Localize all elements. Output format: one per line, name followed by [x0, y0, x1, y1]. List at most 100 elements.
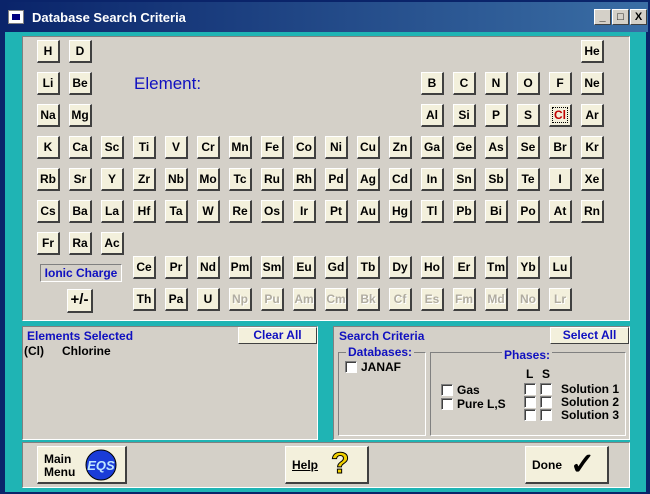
- element-button-sc[interactable]: Sc: [101, 136, 124, 159]
- element-button-co[interactable]: Co: [293, 136, 316, 159]
- element-button-ba[interactable]: Ba: [69, 200, 92, 223]
- element-button-hg[interactable]: Hg: [389, 200, 412, 223]
- element-button-zr[interactable]: Zr: [133, 168, 156, 191]
- element-button-eu[interactable]: Eu: [293, 256, 316, 279]
- pure-ls-checkbox[interactable]: [441, 398, 453, 410]
- element-button-br[interactable]: Br: [549, 136, 572, 159]
- element-button-la[interactable]: La: [101, 200, 124, 223]
- close-button[interactable]: X: [630, 9, 647, 25]
- element-button-ga[interactable]: Ga: [421, 136, 444, 159]
- element-button-y[interactable]: Y: [101, 168, 124, 191]
- element-button-pr[interactable]: Pr: [165, 256, 188, 279]
- element-button-dy[interactable]: Dy: [389, 256, 412, 279]
- element-button-fr[interactable]: Fr: [37, 232, 60, 255]
- element-button-cf[interactable]: Cf: [389, 288, 412, 311]
- element-button-am[interactable]: Am: [293, 288, 316, 311]
- element-button-tc[interactable]: Tc: [229, 168, 252, 191]
- element-button-rb[interactable]: Rb: [37, 168, 60, 191]
- element-button-bk[interactable]: Bk: [357, 288, 380, 311]
- element-button-ta[interactable]: Ta: [165, 200, 188, 223]
- element-button-ne[interactable]: Ne: [581, 72, 604, 95]
- element-button-ti[interactable]: Ti: [133, 136, 156, 159]
- element-button-cr[interactable]: Cr: [197, 136, 220, 159]
- element-button-rn[interactable]: Rn: [581, 200, 604, 223]
- element-button-pb[interactable]: Pb: [453, 200, 476, 223]
- element-button-cu[interactable]: Cu: [357, 136, 380, 159]
- element-button-mo[interactable]: Mo: [197, 168, 220, 191]
- element-button-fm[interactable]: Fm: [453, 288, 476, 311]
- solution2-solid-checkbox[interactable]: [540, 396, 552, 408]
- element-button-cd[interactable]: Cd: [389, 168, 412, 191]
- element-button-mg[interactable]: Mg: [69, 104, 92, 127]
- clear-all-button[interactable]: Clear All: [238, 327, 317, 344]
- element-button-h[interactable]: H: [37, 40, 60, 63]
- solution1-liquid-checkbox[interactable]: [524, 383, 536, 395]
- ionic-charge-toggle-button[interactable]: +/-: [67, 289, 93, 313]
- element-button-v[interactable]: V: [165, 136, 188, 159]
- element-button-k[interactable]: K: [37, 136, 60, 159]
- element-button-rh[interactable]: Rh: [293, 168, 316, 191]
- element-button-in[interactable]: In: [421, 168, 444, 191]
- title-bar[interactable]: Database Search Criteria _ □ X: [2, 2, 648, 32]
- element-button-d[interactable]: D: [69, 40, 92, 63]
- solution2-liquid-checkbox[interactable]: [524, 396, 536, 408]
- element-button-ce[interactable]: Ce: [133, 256, 156, 279]
- element-button-no[interactable]: No: [517, 288, 540, 311]
- element-button-u[interactable]: U: [197, 288, 220, 311]
- element-button-pm[interactable]: Pm: [229, 256, 252, 279]
- element-button-n[interactable]: N: [485, 72, 508, 95]
- element-button-p[interactable]: P: [485, 104, 508, 127]
- solution3-liquid-checkbox[interactable]: [524, 409, 536, 421]
- element-button-fe[interactable]: Fe: [261, 136, 284, 159]
- element-button-w[interactable]: W: [197, 200, 220, 223]
- done-button[interactable]: Done ✓: [525, 446, 609, 484]
- element-button-ra[interactable]: Ra: [69, 232, 92, 255]
- element-button-he[interactable]: He: [581, 40, 604, 63]
- element-button-lu[interactable]: Lu: [549, 256, 572, 279]
- minimize-button[interactable]: _: [594, 9, 611, 25]
- element-button-tm[interactable]: Tm: [485, 256, 508, 279]
- element-button-sn[interactable]: Sn: [453, 168, 476, 191]
- element-button-cs[interactable]: Cs: [37, 200, 60, 223]
- element-button-es[interactable]: Es: [421, 288, 444, 311]
- element-button-np[interactable]: Np: [229, 288, 252, 311]
- solution3-solid-checkbox[interactable]: [540, 409, 552, 421]
- select-all-button[interactable]: Select All: [550, 327, 629, 344]
- element-button-se[interactable]: Se: [517, 136, 540, 159]
- element-button-f[interactable]: F: [549, 72, 572, 95]
- element-button-cl[interactable]: Cl: [549, 104, 572, 127]
- element-button-cm[interactable]: Cm: [325, 288, 348, 311]
- solution1-solid-checkbox[interactable]: [540, 383, 552, 395]
- element-button-li[interactable]: Li: [37, 72, 60, 95]
- element-button-re[interactable]: Re: [229, 200, 252, 223]
- element-button-th[interactable]: Th: [133, 288, 156, 311]
- element-button-na[interactable]: Na: [37, 104, 60, 127]
- element-button-md[interactable]: Md: [485, 288, 508, 311]
- element-button-o[interactable]: O: [517, 72, 540, 95]
- element-button-te[interactable]: Te: [517, 168, 540, 191]
- element-button-ni[interactable]: Ni: [325, 136, 348, 159]
- element-button-b[interactable]: B: [421, 72, 444, 95]
- element-button-kr[interactable]: Kr: [581, 136, 604, 159]
- element-button-po[interactable]: Po: [517, 200, 540, 223]
- maximize-button[interactable]: □: [612, 9, 629, 25]
- element-button-al[interactable]: Al: [421, 104, 444, 127]
- element-button-ho[interactable]: Ho: [421, 256, 444, 279]
- help-button[interactable]: Help ?: [285, 446, 369, 484]
- element-button-at[interactable]: At: [549, 200, 572, 223]
- element-button-tl[interactable]: Tl: [421, 200, 444, 223]
- element-button-ge[interactable]: Ge: [453, 136, 476, 159]
- element-button-s[interactable]: S: [517, 104, 540, 127]
- element-button-pa[interactable]: Pa: [165, 288, 188, 311]
- element-button-lr[interactable]: Lr: [549, 288, 572, 311]
- element-button-er[interactable]: Er: [453, 256, 476, 279]
- element-button-si[interactable]: Si: [453, 104, 476, 127]
- element-button-pu[interactable]: Pu: [261, 288, 284, 311]
- element-button-be[interactable]: Be: [69, 72, 92, 95]
- element-button-au[interactable]: Au: [357, 200, 380, 223]
- element-button-i[interactable]: I: [549, 168, 572, 191]
- element-button-gd[interactable]: Gd: [325, 256, 348, 279]
- element-button-ac[interactable]: Ac: [101, 232, 124, 255]
- element-button-ca[interactable]: Ca: [69, 136, 92, 159]
- gas-checkbox[interactable]: [441, 384, 453, 396]
